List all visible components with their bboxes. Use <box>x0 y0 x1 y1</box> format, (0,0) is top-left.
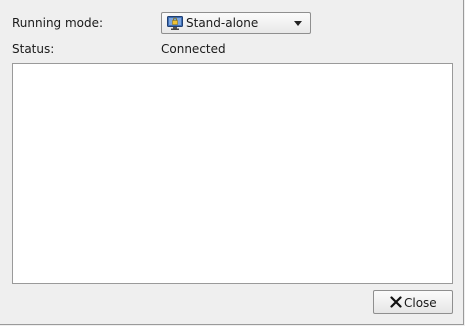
monitor-lock-icon <box>167 16 183 30</box>
running-mode-dropdown[interactable]: Stand-alone <box>161 12 311 34</box>
close-button-label: Close <box>404 296 437 310</box>
status-label: Status: <box>12 42 55 56</box>
status-value: Connected <box>161 42 226 56</box>
running-mode-value: Stand-alone <box>186 16 259 30</box>
close-x-icon <box>390 296 402 308</box>
status-log-area[interactable] <box>12 63 453 284</box>
close-button[interactable]: Close <box>373 290 453 314</box>
chevron-down-icon <box>294 21 302 26</box>
dialog-window: Running mode: Stand-alone Status: Connec… <box>0 0 464 325</box>
running-mode-label: Running mode: <box>12 16 104 30</box>
